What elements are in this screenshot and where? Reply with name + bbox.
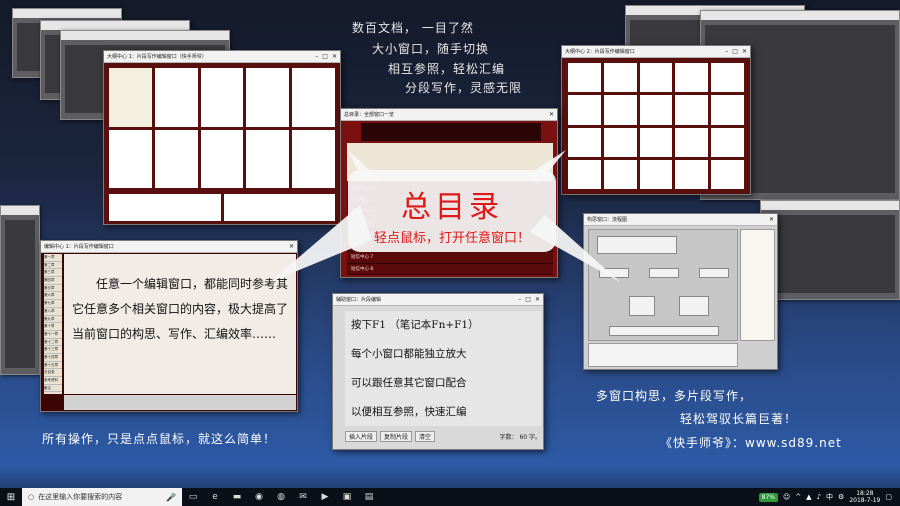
edge-browser-icon[interactable]: e xyxy=(204,488,226,506)
chrome-icon[interactable]: ◍ xyxy=(270,488,292,506)
toc-bubble: 总目录 轻点鼠标，打开任意窗口！ xyxy=(348,170,556,252)
windows-start-icon[interactable]: ⊞ xyxy=(0,488,22,506)
volume-icon[interactable]: ♪ xyxy=(817,493,821,501)
system-tray: 87% ☺ ^ ▲ ♪ 中 ⚙ 18:28 2018-7-19 ▢ xyxy=(758,490,900,504)
app-window-icon[interactable]: ▤ xyxy=(358,488,380,506)
file-explorer-icon[interactable]: ▬ xyxy=(226,488,248,506)
app-icon[interactable]: ◉ xyxy=(248,488,270,506)
notification-icon[interactable]: ▢ xyxy=(885,493,892,501)
taskbar: ⊞ ○ 在这里输入你要搜索的内容 🎤 ▭ e ▬ ◉ ◍ ✉ ▶ ▣ ▤ 87%… xyxy=(0,488,900,506)
bubble-title: 总目录 xyxy=(401,190,503,225)
search-placeholder: 在这里输入你要搜索的内容 xyxy=(38,493,123,501)
taskbar-search-box[interactable]: ○ 在这里输入你要搜索的内容 🎤 xyxy=(22,488,182,506)
chevron-up-icon[interactable]: ^ xyxy=(795,493,801,501)
bubble-subtitle: 轻点鼠标，打开任意窗口！ xyxy=(373,231,530,246)
media-icon[interactable]: ▶ xyxy=(314,488,336,506)
battery-indicator[interactable]: 87% xyxy=(758,492,778,502)
clock-date: 2018-7-19 xyxy=(849,497,881,504)
right-caption-2: 轻松驾驭长篇巨著！ xyxy=(680,412,798,426)
microphone-icon[interactable]: 🎤 xyxy=(166,493,182,502)
search-icon: ○ xyxy=(28,493,35,501)
mail-icon[interactable]: ✉ xyxy=(292,488,314,506)
ime-indicator[interactable]: 中 xyxy=(826,492,833,502)
task-view-icon[interactable]: ▭ xyxy=(182,488,204,506)
clock[interactable]: 18:28 2018-7-19 xyxy=(849,490,880,504)
settings-icon[interactable]: ⚙ xyxy=(838,493,844,501)
desktop-scene: 大纲中心 1：片段写作编辑窗口（快手师爷） – □ ✕ 大纲中心 2：片段写作编辑窗口… xyxy=(0,0,900,488)
right-caption-3: 《快手师爷》：www.sd89.net xyxy=(660,436,842,450)
network-icon[interactable]: ▲ xyxy=(806,493,811,501)
right-caption-1: 多窗口构思，多片段写作， xyxy=(596,389,753,403)
photos-icon[interactable]: ▣ xyxy=(336,488,358,506)
person-icon[interactable]: ☺ xyxy=(783,493,790,501)
left-caption: 所有操作，只是点点鼠标，就这么简单！ xyxy=(42,432,277,446)
clock-time: 18:28 xyxy=(856,490,874,497)
